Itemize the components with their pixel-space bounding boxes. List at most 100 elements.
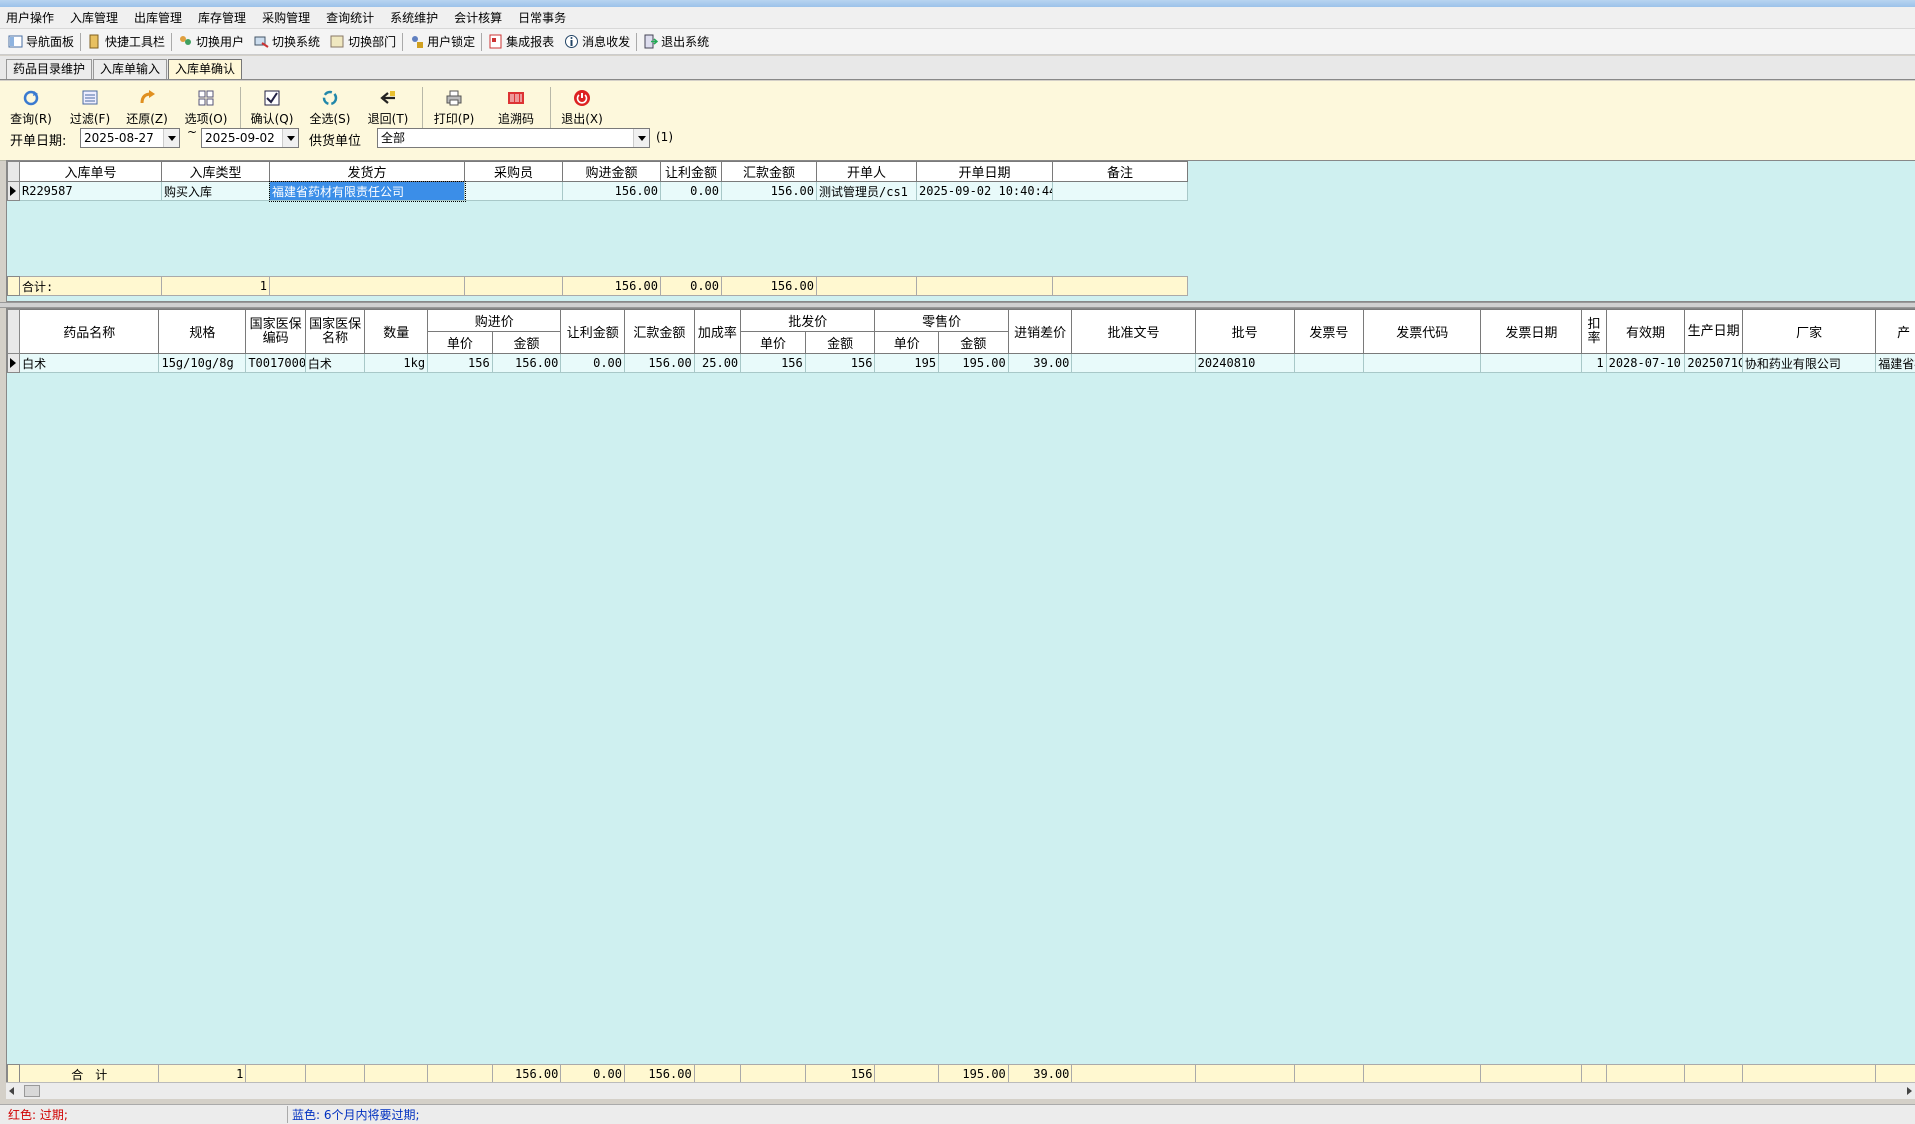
col-rt-unit[interactable]: 单价 <box>874 331 940 354</box>
trace-code-button[interactable]: 追溯码 <box>492 89 540 129</box>
table-row[interactable]: 白术 15g/10g/8g T0017000 白术 1kg 156 156.00… <box>6 353 1915 373</box>
date-from-picker[interactable]: 2025-08-27 <box>80 128 180 148</box>
col-note[interactable]: 备注 <box>1052 161 1188 182</box>
separator <box>550 87 551 129</box>
exit-button[interactable]: 退出(X) <box>558 89 606 129</box>
confirm-button[interactable]: 确认(Q) <box>248 89 296 129</box>
separator <box>80 32 82 51</box>
master-footer: 合计: 1 156.00 0.00 156.00 <box>7 276 1188 296</box>
separator <box>171 32 173 51</box>
col-invoice-code[interactable]: 发票代码 <box>1363 309 1482 354</box>
scroll-left-icon[interactable] <box>9 1087 14 1095</box>
col-retail[interactable]: 零售价 <box>874 309 1009 332</box>
switch-system-button[interactable]: 切换系统 <box>249 31 325 53</box>
scroll-thumb[interactable] <box>24 1085 40 1097</box>
menu-inbound[interactable]: 入库管理 <box>70 9 118 26</box>
col-issue-date[interactable]: 开单日期 <box>916 161 1053 182</box>
message-button[interactable]: 消息收发 <box>559 31 635 53</box>
chevron-down-icon[interactable] <box>282 129 298 147</box>
menu-daily[interactable]: 日常事务 <box>518 9 566 26</box>
report-button[interactable]: 集成报表 <box>483 31 559 53</box>
tab-drug-catalog[interactable]: 药品目录维护 <box>6 59 93 79</box>
user-lock-icon <box>409 34 424 49</box>
nav-panel-button[interactable]: 导航面板 <box>3 31 79 53</box>
menu-system[interactable]: 系统维护 <box>390 9 438 26</box>
menu-inventory[interactable]: 库存管理 <box>198 9 246 26</box>
col-batch-no[interactable]: 批号 <box>1194 309 1295 354</box>
col-drug-name[interactable]: 药品名称 <box>19 309 160 354</box>
filter-icon <box>81 89 99 107</box>
user-lock-button[interactable]: 用户锁定 <box>404 31 480 53</box>
col-rate[interactable]: 扣率 <box>1581 309 1607 354</box>
tab-inbound-input[interactable]: 入库单输入 <box>93 59 168 79</box>
undo-arrow-icon <box>138 89 156 107</box>
switch-department-icon <box>330 34 345 49</box>
switch-user-button[interactable]: 切换用户 <box>173 31 249 53</box>
col-ws-unit[interactable]: 单价 <box>740 331 806 354</box>
col-invoice-no[interactable]: 发票号 <box>1293 309 1365 354</box>
options-button[interactable]: 选项(O) <box>182 89 230 129</box>
quick-toolbar-button[interactable]: 快捷工具栏 <box>82 31 170 53</box>
col-purchase-price[interactable]: 购进价 <box>427 309 562 332</box>
filter-button[interactable]: 过滤(F) <box>66 89 114 129</box>
col-buyer[interactable]: 采购员 <box>464 161 563 182</box>
menu-outbound[interactable]: 出库管理 <box>134 9 182 26</box>
col-pp-amount[interactable]: 金额 <box>491 331 562 354</box>
col-quantity[interactable]: 数量 <box>364 309 429 354</box>
supplier-select[interactable]: 全部 <box>377 128 650 148</box>
query-button[interactable]: 查询(R) <box>8 89 54 129</box>
col-expiry[interactable]: 有效期 <box>1605 309 1686 354</box>
horizontal-scrollbar[interactable] <box>6 1082 1915 1099</box>
chevron-down-icon[interactable] <box>163 129 179 147</box>
col-pp-unit[interactable]: 单价 <box>427 331 493 354</box>
col-purchase-amount[interactable]: 购进金额 <box>562 161 661 182</box>
date-to-picker[interactable]: 2025-09-02 <box>201 128 299 148</box>
col-order-no[interactable]: 入库单号 <box>19 161 162 182</box>
return-button[interactable]: 退回(T) <box>364 89 412 129</box>
col-nhsa-name[interactable]: 国家医保名称 <box>304 309 366 354</box>
switch-department-button[interactable]: 切换部门 <box>325 31 401 53</box>
restore-button[interactable]: 还原(Z) <box>124 89 170 129</box>
col-wholesale[interactable]: 批发价 <box>740 309 876 332</box>
separator <box>240 87 241 129</box>
print-button[interactable]: 打印(P) <box>430 89 478 129</box>
menu-user-ops[interactable]: 用户操作 <box>6 9 54 26</box>
toolbar-icon <box>87 34 102 49</box>
col-invoice-date[interactable]: 发票日期 <box>1480 309 1583 354</box>
col-origin[interactable]: 产 <box>1875 309 1915 354</box>
return-arrow-icon <box>379 89 397 107</box>
tab-inbound-confirm[interactable]: 入库单确认 <box>168 59 243 79</box>
menu-accounting[interactable]: 会计核算 <box>454 9 502 26</box>
menu-query[interactable]: 查询统计 <box>326 9 374 26</box>
status-bar: 红色: 过期; 蓝色: 6个月内将要过期; <box>0 1104 1915 1124</box>
col-mfg-date[interactable]: 生产日期 <box>1684 309 1743 354</box>
exit-system-button[interactable]: 退出系统 <box>638 31 714 53</box>
col-shipper[interactable]: 发货方 <box>269 161 465 182</box>
col-manufacturer[interactable]: 厂家 <box>1741 309 1877 354</box>
col-ws-amount[interactable]: 金额 <box>804 331 876 354</box>
col-approval-no[interactable]: 批准文号 <box>1071 309 1196 354</box>
refresh-icon <box>22 89 40 107</box>
col-remit[interactable]: 汇款金额 <box>624 309 695 354</box>
detail-header-row-1: 药品名称 规格 国家医保编码 国家医保名称 数量 购进价 让利金额 汇款金额 加… <box>6 309 1915 354</box>
scroll-right-icon[interactable] <box>1907 1087 1912 1095</box>
message-icon <box>564 34 579 49</box>
col-issuer[interactable]: 开单人 <box>816 161 917 182</box>
menu-purchase[interactable]: 采购管理 <box>262 9 310 26</box>
col-nhsa-code[interactable]: 国家医保编码 <box>245 309 306 354</box>
table-row[interactable]: R229587 购买入库 福建省药材有限责任公司 156.00 0.00 156… <box>7 180 1188 202</box>
title-bar <box>0 0 1915 7</box>
col-price-diff[interactable]: 进销差价 <box>1007 309 1073 354</box>
col-markup[interactable]: 加成率 <box>693 309 742 354</box>
col-remit-amount[interactable]: 汇款金额 <box>721 161 817 182</box>
select-all-button[interactable]: 全选(S) <box>306 89 354 129</box>
detail-footer: 合 计 1 156.00 0.00 156.00 156 195.00 39.0… <box>6 1064 1915 1084</box>
col-discount[interactable]: 让利金额 <box>560 309 626 354</box>
switch-system-icon <box>254 34 269 49</box>
col-spec[interactable]: 规格 <box>158 309 247 354</box>
col-inbound-type[interactable]: 入库类型 <box>161 161 270 182</box>
col-discount-amount[interactable]: 让利金额 <box>660 161 722 182</box>
shipper-cell-selected[interactable]: 福建省药材有限责任公司 <box>268 180 466 202</box>
col-rt-amount[interactable]: 金额 <box>938 331 1009 354</box>
chevron-down-icon[interactable] <box>633 129 649 147</box>
